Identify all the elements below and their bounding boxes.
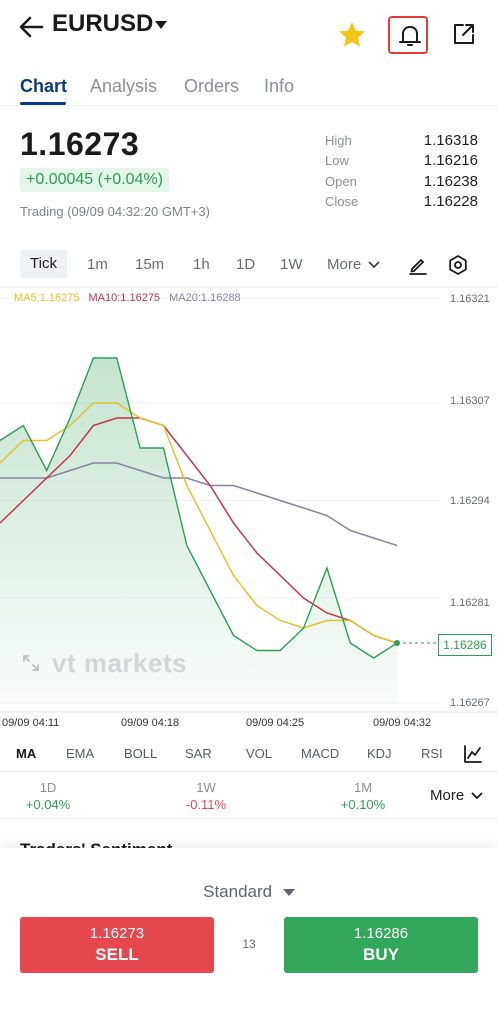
star-icon[interactable]	[337, 20, 367, 50]
perf-value-1d: +0.04%	[25, 797, 71, 812]
indicator-boll[interactable]: BOLL	[124, 746, 157, 761]
timeframe-1h[interactable]: 1h	[193, 254, 210, 276]
indicator-rsi[interactable]: RSI	[421, 746, 443, 761]
indicator-chart-icon[interactable]	[463, 744, 483, 764]
x-tick-label: 09/09 04:25	[246, 717, 305, 729]
chevron-down-icon	[368, 261, 380, 269]
indicator-sar[interactable]: SAR	[185, 746, 212, 761]
sell-label: SELL	[95, 945, 139, 964]
current-price-tag: 1.16286	[438, 634, 492, 656]
stat-value-high: 1.16318	[423, 132, 478, 149]
y-tick-label: 1.16294	[450, 495, 490, 507]
buy-label: BUY	[363, 945, 399, 964]
ma-legend: MA5:1.16275 MA10:1.16275 MA20:1.16288	[14, 292, 247, 304]
sell-button[interactable]: 1.16273 SELL	[20, 917, 214, 973]
timeframe-15m[interactable]: 15m	[135, 254, 164, 276]
perf-label-1w: 1W	[196, 780, 216, 795]
perf-value-1w: -0.11%	[185, 797, 227, 812]
stat-label-close: Close	[325, 194, 359, 209]
indicator-ma[interactable]: MA	[16, 746, 36, 761]
price-alert-button[interactable]	[388, 16, 428, 54]
tab-chart[interactable]: Chart	[20, 76, 67, 97]
expand-icon[interactable]	[22, 654, 40, 672]
timeframe-1d[interactable]: 1D	[236, 254, 255, 276]
stat-value-low: 1.16216	[423, 152, 478, 169]
indicator-macd[interactable]: MACD	[301, 746, 339, 761]
tab-orders[interactable]: Orders	[184, 76, 239, 97]
x-tick-label: 09/09 04:32	[373, 717, 432, 729]
pen-draw-icon[interactable]	[408, 255, 428, 275]
current-price: 1.16273	[20, 126, 140, 162]
indicator-vol[interactable]: VOL	[246, 746, 272, 761]
buy-button[interactable]: 1.16286 BUY	[284, 917, 478, 973]
y-tick-label: 1.16321	[450, 293, 490, 305]
bell-icon	[399, 26, 421, 46]
y-tick-label: 1.16307	[450, 395, 490, 407]
caret-down-icon[interactable]	[154, 20, 168, 30]
indicator-tabs: MA EMA BOLL SAR VOL MACD KDJ RSI	[0, 736, 498, 772]
trading-status: Trading (09/09 04:32:20 GMT+3)	[20, 204, 210, 219]
share-icon[interactable]	[452, 22, 476, 46]
watermark: vt markets	[52, 648, 188, 678]
caret-down-icon	[282, 888, 295, 896]
section-heading: Traders' Sentiment	[20, 839, 320, 848]
header: EURUSD	[0, 0, 498, 58]
perf-label-1d: 1D	[39, 780, 57, 795]
timeframe-more-button[interactable]: More	[327, 254, 380, 276]
ma5-legend: MA5:1.16275	[14, 292, 80, 304]
price-change-badge: +0.00045 (+0.04%)	[20, 168, 169, 192]
section-divider	[0, 818, 498, 819]
timeframe-more-label: More	[327, 256, 362, 273]
sell-price: 1.16273	[89, 925, 145, 942]
tab-info[interactable]: Info	[264, 76, 294, 97]
timeframe-selector: Tick 1m 15m 1h 1D 1W More	[0, 250, 498, 280]
symbol-title[interactable]: EURUSD	[52, 10, 153, 38]
section-heading-cut: Traders' Sentiment	[20, 838, 320, 848]
y-tick-label: 1.16267	[450, 697, 490, 709]
perf-value-1m: +0.10%	[340, 797, 386, 812]
stat-label-high: High	[325, 133, 352, 148]
buy-price: 1.16286	[353, 925, 409, 942]
x-tick-label: 09/09 04:11	[2, 717, 60, 729]
stat-value-open: 1.16238	[423, 173, 478, 190]
stat-value-close: 1.16228	[423, 193, 478, 210]
stat-label-low: Low	[325, 153, 349, 168]
indicator-kdj[interactable]: KDJ	[367, 746, 392, 761]
performance-more-label: More	[430, 787, 465, 804]
ma10-legend: MA10:1.16275	[88, 292, 161, 304]
account-type-label: Standard	[203, 882, 273, 901]
timeframe-1w[interactable]: 1W	[280, 254, 303, 276]
chart-settings-icon[interactable]	[447, 254, 469, 276]
y-tick-label: 1.16281	[450, 597, 490, 609]
spread-value: 13	[242, 937, 256, 951]
timeframe-tick[interactable]: Tick	[20, 250, 67, 278]
chevron-down-icon	[471, 792, 483, 800]
last-price-dot	[394, 640, 400, 646]
tab-analysis[interactable]: Analysis	[90, 76, 157, 97]
ma20-legend: MA20:1.16288	[169, 292, 241, 304]
main-tabs: Chart Analysis Orders Info	[0, 72, 498, 106]
stat-label-open: Open	[325, 174, 357, 189]
x-tick-label: 09/09 04:18	[121, 717, 180, 729]
account-type-selector[interactable]: Standard	[0, 882, 498, 902]
performance-more-button[interactable]: More	[430, 787, 483, 804]
active-tab-indicator	[20, 102, 66, 105]
perf-label-1m: 1M	[353, 780, 373, 795]
back-arrow-icon[interactable]	[16, 12, 46, 42]
timeframe-1m[interactable]: 1m	[87, 254, 108, 276]
indicator-ema[interactable]: EMA	[66, 746, 94, 761]
